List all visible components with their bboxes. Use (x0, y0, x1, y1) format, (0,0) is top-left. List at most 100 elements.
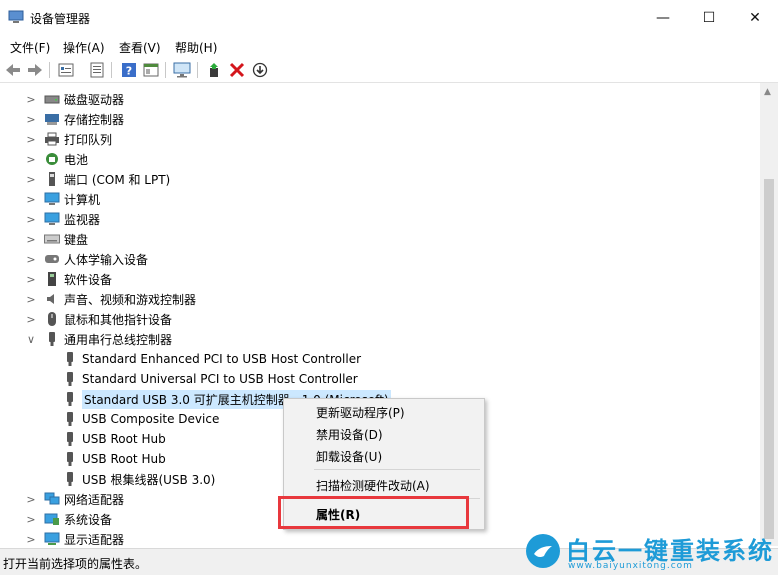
uninstall-device-icon[interactable] (228, 61, 246, 79)
tree-item-network[interactable]: > 网络适配器 (0, 489, 124, 509)
usb-device-icon (62, 411, 78, 427)
svg-text:?: ? (126, 65, 132, 78)
chevron-down-icon[interactable]: ∨ (24, 329, 38, 349)
chevron-right-icon[interactable]: > (24, 109, 38, 129)
usb-device-item[interactable]: Standard Enhanced PCI to USB Host Contro… (62, 349, 361, 369)
download-circle-icon[interactable] (251, 61, 269, 79)
maximize-button[interactable]: ☐ (686, 0, 732, 36)
tree-item-label: 人体学输入设备 (64, 252, 149, 267)
properties-sheet-icon[interactable] (57, 61, 75, 79)
usb-device-icon (62, 431, 78, 447)
chevron-right-icon[interactable]: > (24, 189, 38, 209)
menu-help[interactable]: 帮助(H) (175, 39, 217, 56)
speaker-icon (44, 291, 60, 307)
forward-icon[interactable] (26, 61, 44, 79)
tree-item-hid[interactable]: > 人体学输入设备 (0, 249, 148, 269)
tree-item-mouse[interactable]: > 鼠标和其他指针设备 (0, 309, 172, 329)
menu-item-scan-hardware[interactable]: 扫描检测硬件改动(A) (316, 477, 430, 494)
tree-item-storage[interactable]: > 存储控制器 (0, 109, 124, 129)
chevron-right-icon[interactable]: > (24, 209, 38, 229)
window-title: 设备管理器 (30, 12, 91, 26)
menu-view[interactable]: 查看(V) (119, 39, 161, 56)
tree-item-label: 软件设备 (64, 272, 113, 287)
chevron-right-icon[interactable]: > (24, 249, 38, 269)
tree-item-system[interactable]: > 系统设备 (0, 509, 112, 529)
menu-file[interactable]: 文件(F) (10, 39, 50, 56)
tree-item-label: 存储控制器 (64, 112, 125, 127)
software-icon (44, 271, 60, 287)
watermark: 白云一键重装系统 www.baiyunxitong.com (526, 528, 774, 572)
title-bar: 设备管理器 — ☐ ✕ (0, 0, 778, 36)
tree-item-display[interactable]: > 显示适配器 (0, 529, 124, 546)
tree-item-monitor[interactable]: > 监视器 (0, 209, 100, 229)
chevron-right-icon[interactable]: > (24, 229, 38, 249)
monitor-icon (44, 211, 60, 227)
usb-device-item[interactable]: USB Composite Device (62, 409, 219, 429)
vertical-scrollbar[interactable]: ▲ (760, 83, 778, 546)
scrollbar-thumb[interactable] (764, 179, 774, 539)
device-manager-icon (8, 10, 24, 23)
chevron-right-icon[interactable]: > (24, 269, 38, 289)
chevron-right-icon[interactable]: > (24, 289, 38, 309)
usb-device-item[interactable]: USB Root Hub (62, 429, 166, 449)
tree-item-port[interactable]: > 端口 (COM 和 LPT) (0, 169, 170, 189)
battery-icon (44, 151, 60, 167)
chevron-right-icon[interactable]: > (24, 169, 38, 189)
usb-device-icon (62, 351, 78, 367)
toolbar-separator (49, 62, 50, 78)
tree-item-keyboard[interactable]: > 键盘 (0, 229, 88, 249)
back-icon[interactable] (4, 61, 22, 79)
scan-monitor-icon[interactable] (173, 61, 191, 79)
tree-item-disk[interactable]: > 磁盘驱动器 (0, 89, 124, 109)
chevron-right-icon[interactable]: > (24, 509, 38, 529)
watermark-url: www.baiyunxitong.com (568, 561, 693, 571)
chevron-right-icon[interactable]: > (24, 129, 38, 149)
chevron-right-icon[interactable]: > (24, 489, 38, 509)
usb-device-label: Standard Enhanced PCI to USB Host Contro… (82, 352, 362, 366)
menu-separator (314, 469, 480, 470)
storage-icon (44, 111, 60, 127)
usb-device-label: USB 根集线器(USB 3.0) (82, 472, 216, 487)
chevron-right-icon[interactable]: > (24, 89, 38, 109)
tree-item-label: 磁盘驱动器 (64, 92, 125, 107)
help-icon[interactable]: ? (120, 61, 138, 79)
tree-item-usb-controllers[interactable]: ∨ 通用串行总线控制器 (0, 329, 172, 349)
menu-item-disable-device[interactable]: 禁用设备(D) (316, 426, 383, 443)
minimize-button[interactable]: — (640, 0, 686, 36)
usb-device-label: Standard Universal PCI to USB Host Contr… (82, 372, 358, 386)
chevron-right-icon[interactable]: > (24, 309, 38, 329)
usb-device-item[interactable]: Standard Universal PCI to USB Host Contr… (62, 369, 358, 389)
tree-item-label: 端口 (COM 和 LPT) (64, 172, 171, 187)
chevron-right-icon[interactable]: > (24, 529, 38, 546)
system-icon (44, 511, 60, 527)
close-button[interactable]: ✕ (732, 0, 778, 36)
tree-item-computer[interactable]: > 计算机 (0, 189, 100, 209)
toolbar-separator (165, 62, 166, 78)
usb-device-label: USB Root Hub (82, 452, 166, 466)
mouse-icon (44, 311, 60, 327)
port-icon (44, 171, 60, 187)
tree-item-printer[interactable]: > 打印队列 (0, 129, 112, 149)
usb-device-icon (62, 391, 78, 407)
bird-logo-icon (526, 534, 560, 568)
menu-item-uninstall-device[interactable]: 卸载设备(U) (316, 448, 382, 465)
usb-device-icon (62, 471, 78, 487)
tree-item-software[interactable]: > 软件设备 (0, 269, 112, 289)
tree-item-sound[interactable]: > 声音、视频和游戏控制器 (0, 289, 196, 309)
usb-device-label: USB Composite Device (82, 412, 220, 426)
tree-item-label: 打印队列 (64, 132, 113, 147)
tree-item-label: 网络适配器 (64, 492, 125, 507)
chevron-right-icon[interactable]: > (24, 149, 38, 169)
tree-item-battery[interactable]: > 电池 (0, 149, 88, 169)
menu-action[interactable]: 操作(A) (63, 39, 105, 56)
display-icon (44, 531, 60, 546)
usb-device-item[interactable]: USB 根集线器(USB 3.0) (62, 469, 215, 489)
usb-device-item[interactable]: USB Root Hub (62, 449, 166, 469)
document-icon[interactable] (88, 61, 106, 79)
scroll-up-icon[interactable]: ▲ (764, 87, 771, 97)
update-driver-icon[interactable] (205, 61, 223, 79)
menu-item-update-driver[interactable]: 更新驱动程序(P) (316, 404, 405, 421)
usb-icon (44, 331, 60, 347)
view-icon[interactable] (142, 61, 160, 79)
tree-item-label: 声音、视频和游戏控制器 (64, 292, 197, 307)
